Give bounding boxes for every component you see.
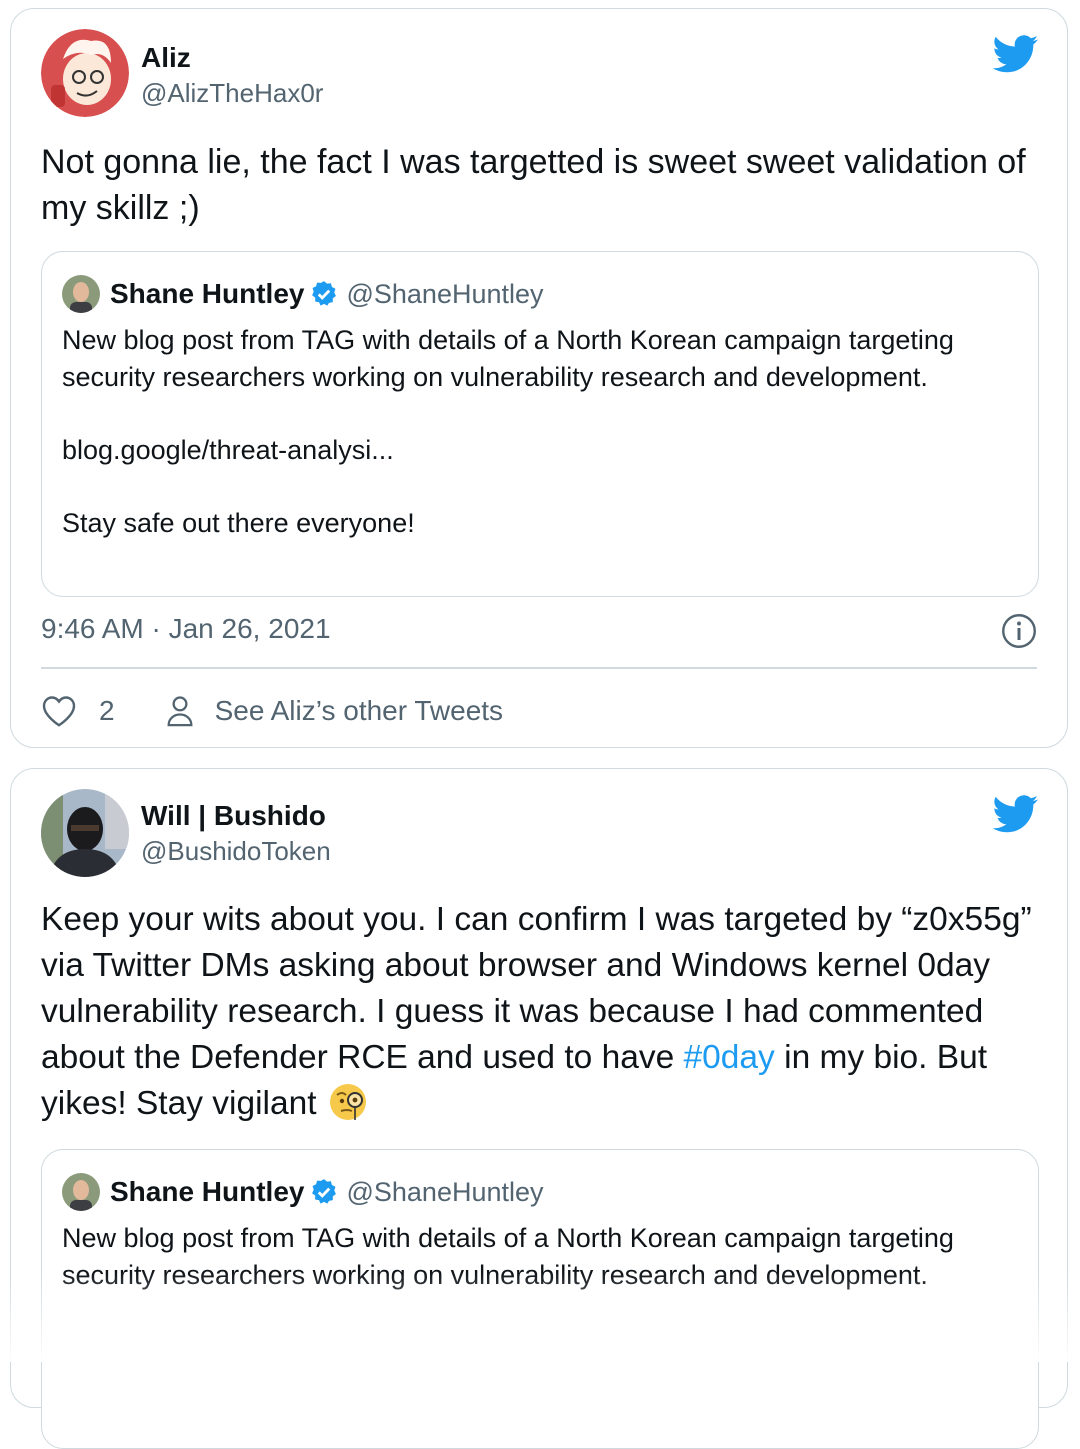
verified-badge-icon	[312, 1179, 337, 1204]
author-name[interactable]: Aliz	[141, 41, 191, 75]
author-handle[interactable]: @AlizTheHax0r	[141, 77, 323, 109]
author-avatar[interactable]	[41, 29, 129, 117]
quoted-author-name: Shane Huntley	[110, 1176, 305, 1207]
quoted-author-avatar	[62, 275, 100, 313]
face-with-monocle-emoji	[329, 1084, 366, 1120]
quoted-tweet-body: New blog post from TAG with details of a…	[62, 1220, 1018, 1294]
quoted-link[interactable]: blog.google/threat-analysi...	[62, 432, 1018, 469]
twitter-bird-icon[interactable]	[993, 35, 1039, 73]
quoted-tweet[interactable]: Shane Huntley @ShaneHuntley New blog pos…	[41, 1149, 1039, 1449]
quoted-paragraph: New blog post from TAG with details of a…	[62, 1223, 954, 1290]
hashtag-link[interactable]: #0day	[684, 1039, 775, 1076]
quoted-author-name: Shane Huntley	[110, 278, 305, 309]
quoted-paragraph: New blog post from TAG with details of a…	[62, 325, 954, 392]
info-icon[interactable]	[1001, 613, 1037, 649]
tweet-card-aliz: Aliz @AlizTheHax0r Not gonna lie, the fa…	[10, 8, 1068, 748]
quoted-author-handle: @ShaneHuntley	[346, 1176, 544, 1207]
heart-icon[interactable]	[41, 694, 77, 728]
tweet-text: Not gonna lie, the fact I was targetted …	[41, 143, 1026, 227]
tweet-text: Keep your wits about you. I can confirm …	[41, 897, 1037, 1127]
tweet-card-bushido: Will | Bushido @BushidoToken Keep your w…	[10, 768, 1068, 1449]
like-count[interactable]: 2	[99, 695, 115, 727]
divider	[41, 667, 1037, 669]
author-name[interactable]: Will | Bushido	[141, 799, 326, 833]
tweet-timestamp[interactable]: 9:46 AM · Jan 26, 2021	[41, 613, 331, 645]
quoted-author-handle: @ShaneHuntley	[346, 278, 544, 309]
person-icon[interactable]	[165, 694, 195, 728]
tweet-actions: 2 See Aliz’s other Tweets	[41, 691, 503, 731]
quoted-paragraph: Stay safe out there everyone!	[62, 508, 415, 538]
quoted-author-avatar	[62, 1173, 100, 1211]
verified-badge-icon	[312, 281, 337, 306]
author-avatar[interactable]	[41, 789, 129, 877]
author-handle[interactable]: @BushidoToken	[141, 835, 331, 867]
see-other-tweets-link[interactable]: See Aliz’s other Tweets	[215, 695, 503, 727]
twitter-bird-icon[interactable]	[993, 795, 1039, 833]
quoted-tweet[interactable]: Shane Huntley @ShaneHuntley New blog pos…	[41, 251, 1039, 597]
quoted-tweet-body: New blog post from TAG with details of a…	[62, 322, 1018, 542]
